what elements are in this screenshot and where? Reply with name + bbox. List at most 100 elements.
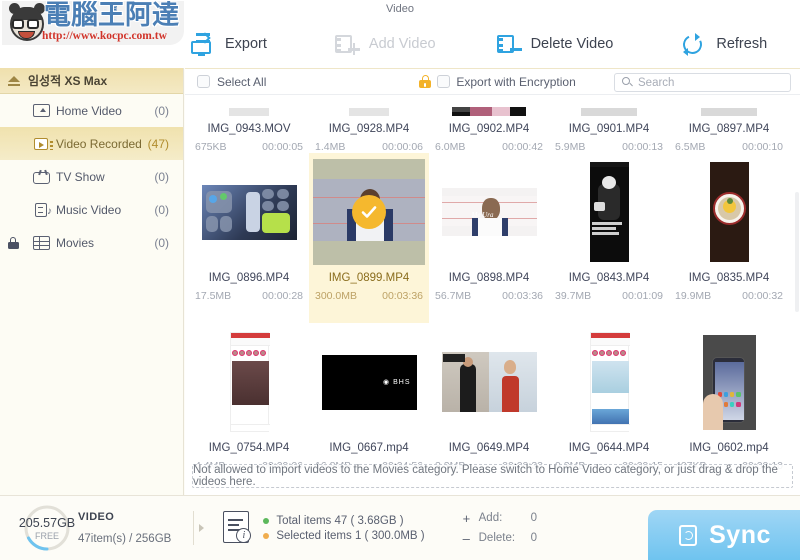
video-cell[interactable]: IMG_0835.MP4 19.9MB 00:00:32 bbox=[669, 153, 789, 323]
search-box[interactable] bbox=[614, 73, 791, 92]
delete-video-icon bbox=[496, 32, 522, 56]
video-meta: 675KB 00:00:05 bbox=[195, 141, 303, 153]
sidebar-item-label: Movies bbox=[56, 235, 95, 250]
film-strip-icon bbox=[32, 235, 50, 250]
video-meta: 6.5MB 00:00:10 bbox=[675, 141, 783, 153]
video-cell[interactable]: IMG_0897.MP4 6.5MB 00:00:10 bbox=[669, 96, 789, 153]
video-filename: IMG_0928.MP4 bbox=[328, 123, 410, 135]
sidebar-item-count: (0) bbox=[154, 202, 169, 217]
select-all-checkbox[interactable] bbox=[197, 75, 210, 88]
sidebar-item-label: Home Video bbox=[56, 103, 122, 118]
video-duration: 00:00:28 bbox=[262, 290, 303, 302]
video-meta: 56.7MB 00:03:36 bbox=[435, 290, 543, 302]
sync-button-label: Sync bbox=[709, 521, 771, 549]
video-cell[interactable]: IMG_0902.MP4 6.0MB 00:00:42 bbox=[429, 96, 549, 153]
watermark-text: 電腦王阿達 bbox=[44, 1, 179, 31]
video-thumbnail bbox=[553, 106, 665, 116]
video-size: 19.9MB bbox=[675, 290, 712, 302]
refresh-button-label: Refresh bbox=[716, 36, 768, 52]
video-meta: 19.9MB 00:00:32 bbox=[675, 290, 783, 302]
storage-free-label: FREE bbox=[34, 531, 59, 541]
sidebar-item-home-video[interactable]: Home Video (0) bbox=[0, 94, 183, 127]
video-cell[interactable]: IMG_0943.MOV 675KB 00:00:05 bbox=[189, 96, 309, 153]
video-cell[interactable]: IMG_0896.MP4 17.5MB 00:00:28 bbox=[189, 153, 309, 323]
refresh-button[interactable]: Refresh bbox=[680, 32, 768, 57]
video-camera-icon bbox=[34, 137, 53, 150]
total-items-text: Total items 47 ( 3.68GB ) bbox=[276, 514, 404, 527]
plus-icon: + bbox=[462, 510, 471, 526]
video-filename: IMG_0667.mp4 bbox=[329, 442, 409, 454]
encryption-lock-icon bbox=[419, 75, 432, 88]
sidebar-item-count: (0) bbox=[154, 169, 169, 184]
export-button[interactable]: Export bbox=[190, 32, 267, 56]
video-filename: IMG_0644.MP4 bbox=[568, 442, 650, 454]
video-cell[interactable]: IMG_0901.MP4 5.9MB 00:00:13 bbox=[549, 96, 669, 153]
video-meta: 1.4MB 00:00:06 bbox=[315, 141, 423, 153]
video-meta: 6.0MB 00:00:42 bbox=[435, 141, 543, 153]
sidebar-item-music-video[interactable]: ♪ Music Video (0) bbox=[0, 193, 183, 226]
sidebar-item-video-recorded[interactable]: Video Recorded (47) bbox=[0, 127, 183, 160]
site-watermark: ♛ 電腦王阿達 http://www.kocpc.com.tw bbox=[2, 1, 184, 45]
sidebar-item-movies[interactable]: Movies (0) bbox=[0, 226, 183, 259]
eject-icon[interactable] bbox=[8, 75, 20, 87]
selected-check-icon bbox=[352, 195, 386, 229]
search-input[interactable] bbox=[638, 76, 788, 89]
device-header[interactable]: 임성적 XS Max bbox=[0, 68, 183, 94]
storage-indicator: 205.57GB FREE VIDEO 47item(s) / 256GB bbox=[18, 503, 171, 553]
video-cell-selected[interactable]: IMG_0899.MP4 300.0MB 00:03:36 bbox=[309, 153, 429, 323]
delete-video-button-label: Delete Video bbox=[530, 36, 614, 52]
vertical-scrollbar[interactable] bbox=[795, 192, 799, 312]
video-duration: 00:00:13 bbox=[622, 141, 663, 153]
video-thumbnail bbox=[313, 106, 425, 116]
select-all-control[interactable]: Select All bbox=[197, 75, 266, 89]
video-duration: 00:01:09 bbox=[622, 290, 663, 302]
video-meta: 39.7MB 00:01:09 bbox=[555, 290, 663, 302]
video-thumbnail bbox=[193, 106, 305, 116]
select-all-label: Select All bbox=[217, 74, 267, 89]
video-duration: 00:00:42 bbox=[502, 141, 543, 153]
export-encryption-checkbox[interactable] bbox=[437, 75, 451, 88]
video-cell[interactable]: IMG_0843.MP4 39.7MB 00:01:09 bbox=[549, 153, 669, 323]
export-icon bbox=[190, 32, 216, 56]
footer-expand-arrow[interactable] bbox=[194, 524, 208, 532]
sidebar-item-label: Video Recorded bbox=[56, 136, 142, 151]
sidebar-item-tv-show[interactable]: TV Show (0) bbox=[0, 160, 183, 193]
video-size: 5.9MB bbox=[555, 141, 586, 153]
video-size: 17.5MB bbox=[195, 290, 232, 302]
sync-icon bbox=[677, 523, 700, 548]
video-filename: IMG_0602.mp4 bbox=[689, 442, 769, 454]
video-thumbnail bbox=[193, 329, 305, 435]
app-window: Video ♛ 電腦王阿達 http://www.kocpc.com.tw Ex… bbox=[0, 0, 800, 560]
video-grid-scroll[interactable]: IMG_0943.MOV 675KB 00:00:05 IMG_0928.MP4… bbox=[185, 96, 800, 495]
export-button-label: Export bbox=[225, 36, 267, 52]
drop-hint-text: Not allowed to import videos to the Movi… bbox=[193, 464, 778, 488]
video-thumbnail bbox=[673, 159, 785, 265]
video-cell[interactable]: Me Ura IMG_0898.MP4 56.7MB 00:03:36 bbox=[429, 153, 549, 323]
export-encryption-control[interactable]: Export with Encryption bbox=[419, 75, 576, 89]
storage-free-value: 205.57GB bbox=[18, 516, 76, 530]
sidebar-item-count: (47) bbox=[147, 136, 169, 151]
video-filename: IMG_0943.MOV bbox=[207, 123, 291, 135]
sync-button[interactable]: Sync bbox=[648, 510, 800, 560]
sidebar-item-label: TV Show bbox=[56, 169, 105, 184]
delete-video-button[interactable]: Delete Video bbox=[496, 32, 614, 56]
video-thumbnail bbox=[553, 329, 665, 435]
video-meta: 300.0MB 00:03:36 bbox=[315, 290, 423, 302]
video-filename: IMG_0902.MP4 bbox=[448, 123, 530, 135]
video-thumbnail bbox=[433, 106, 545, 116]
delete-value: 0 bbox=[530, 532, 538, 544]
add-video-button[interactable]: Add Video bbox=[334, 32, 436, 56]
video-cell[interactable]: IMG_0928.MP4 1.4MB 00:00:06 bbox=[309, 96, 429, 153]
video-filename: IMG_0843.MP4 bbox=[568, 272, 650, 284]
storage-category: VIDEO bbox=[78, 511, 115, 523]
sidebar-item-label: Music Video bbox=[56, 202, 122, 217]
video-size: 675KB bbox=[195, 141, 227, 153]
watermark-url: http://www.kocpc.com.tw bbox=[42, 30, 167, 42]
add-label: Add: bbox=[478, 512, 503, 524]
video-duration: 00:00:10 bbox=[742, 141, 783, 153]
storage-ring: 205.57GB FREE bbox=[18, 503, 76, 553]
minus-icon: – bbox=[462, 530, 470, 546]
video-filename: IMG_0897.MP4 bbox=[688, 123, 770, 135]
video-size: 1.4MB bbox=[315, 141, 346, 153]
total-items-row: Total items 47 ( 3.68GB ) bbox=[263, 515, 424, 527]
